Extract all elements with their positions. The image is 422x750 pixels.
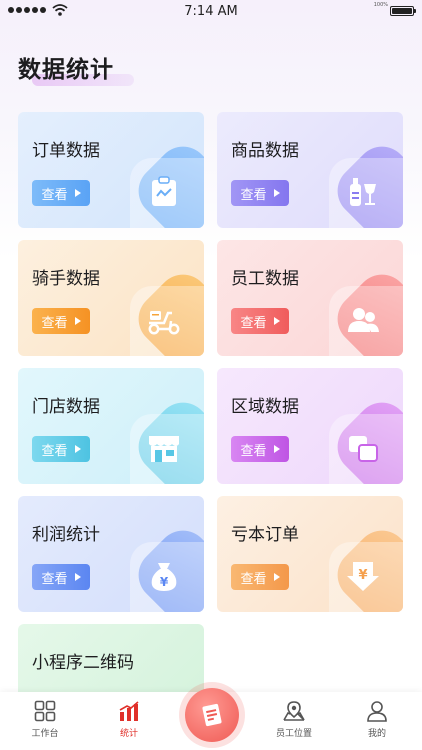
card-title: 商品数据 (231, 141, 299, 161)
tab-label: 我的 (367, 729, 386, 739)
page-header: 数据统计 (18, 50, 134, 86)
card-store-data[interactable]: 门店数据 查看 (18, 368, 204, 484)
overlap-squares-icon (349, 436, 378, 462)
card-region-data[interactable]: 区域数据 查看 (217, 368, 403, 484)
status-time: 7:14 AM (184, 4, 238, 19)
view-button[interactable]: 查看 (231, 564, 289, 590)
tab-mine[interactable]: 我的 (345, 700, 409, 739)
card-title: 区域数据 (231, 397, 299, 417)
bar-chart-icon (119, 701, 139, 721)
card-title: 小程序二维码 (32, 653, 134, 673)
svg-text:¥: ¥ (358, 568, 367, 583)
view-button[interactable]: 查看 (32, 564, 90, 590)
bottle-glass-icon (350, 178, 376, 206)
center-action-button[interactable] (185, 688, 239, 742)
card-loss-orders[interactable]: 亏本订单 查看 ¥ (217, 496, 403, 612)
view-button[interactable]: 查看 (231, 436, 289, 462)
view-button[interactable]: 查看 (231, 308, 289, 334)
svg-text:¥: ¥ (160, 575, 169, 589)
document-edit-icon (202, 703, 222, 727)
storefront-icon (149, 436, 179, 462)
card-product-data[interactable]: 商品数据 查看 (217, 112, 403, 228)
card-title: 订单数据 (32, 141, 100, 161)
grid-icon (34, 700, 56, 722)
map-pin-icon (283, 701, 305, 721)
page-title: 数据统计 (18, 57, 114, 83)
tab-label: 员工位置 (275, 729, 312, 739)
tab-statistics[interactable]: 统计 (97, 700, 161, 739)
view-button[interactable]: 查看 (32, 308, 90, 334)
card-profit-stats[interactable]: 利润统计 查看 ¥ (18, 496, 204, 612)
view-button[interactable]: 查看 (231, 180, 289, 206)
card-title: 骑手数据 (32, 269, 100, 289)
yen-down-arrow-icon: ¥ (347, 562, 379, 591)
tab-staff-location[interactable]: 员工位置 (262, 700, 326, 739)
battery-percent: 100% (373, 2, 388, 8)
card-rider-data[interactable]: 骑手数据 查看 (18, 240, 204, 356)
card-order-data[interactable]: 订单数据 查看 (18, 112, 204, 228)
card-title: 利润统计 (32, 525, 100, 545)
card-title: 门店数据 (32, 397, 100, 417)
card-staff-data[interactable]: 员工数据 查看 (217, 240, 403, 356)
people-icon (348, 308, 379, 332)
scooter-icon (148, 311, 180, 335)
view-button[interactable]: 查看 (32, 436, 90, 462)
clipboard-chart-icon (152, 176, 176, 206)
user-icon (367, 701, 387, 722)
tab-label: 统计 (119, 729, 138, 739)
card-title: 员工数据 (231, 269, 299, 289)
tab-label: 工作台 (31, 729, 59, 739)
status-bar: 7:14 AM 100% (0, 0, 422, 22)
money-bag-icon: ¥ (151, 563, 177, 591)
card-title: 亏本订单 (231, 525, 299, 545)
battery-icon (390, 6, 416, 16)
view-button[interactable]: 查看 (32, 180, 90, 206)
tab-workbench[interactable]: 工作台 (13, 700, 77, 739)
